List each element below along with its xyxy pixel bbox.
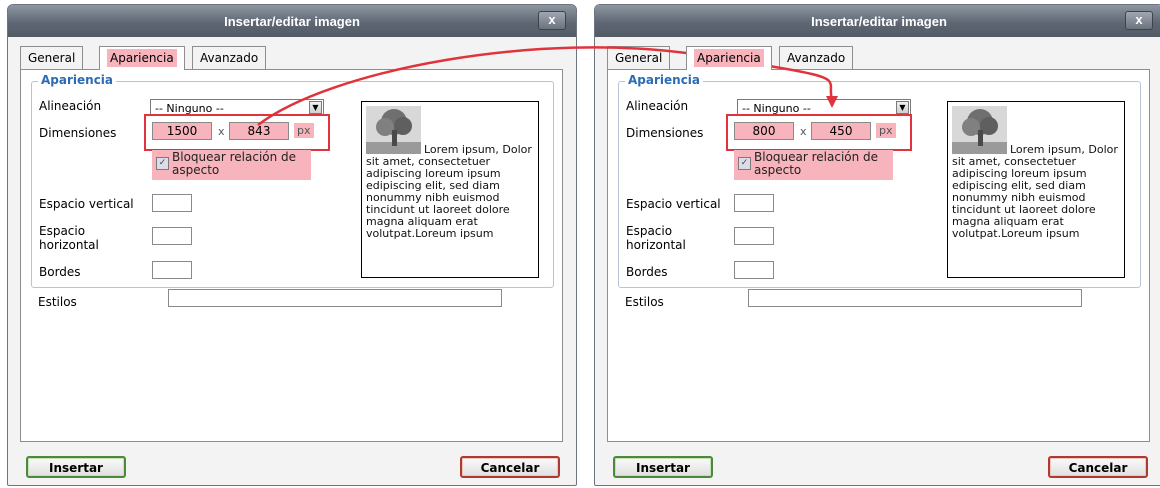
width-input[interactable]: 1500 xyxy=(152,122,212,140)
styles-input[interactable] xyxy=(748,289,1082,307)
times-sign: x xyxy=(218,125,225,138)
chevron-down-icon[interactable]: ▼ xyxy=(896,101,909,114)
borders-input[interactable] xyxy=(152,261,192,279)
styles-input[interactable] xyxy=(168,289,502,307)
tab-general[interactable]: General xyxy=(607,46,671,69)
lock-aspect-ratio[interactable]: ✓ Bloquear relación de aspecto xyxy=(152,150,311,180)
hspace-label: Espacio horizontal xyxy=(626,224,686,252)
lock-label-line1: Bloquear relación de xyxy=(754,150,879,164)
vspace-input[interactable] xyxy=(734,194,774,212)
styles-label: Estilos xyxy=(38,295,77,309)
unit-label: px xyxy=(294,123,314,138)
lock-label-line2: aspecto xyxy=(754,163,802,177)
image-dialog-after: Insertar/editar imagen x General Aparien… xyxy=(594,4,1160,486)
dialog-titlebar[interactable]: Insertar/editar imagen x xyxy=(595,5,1160,37)
image-preview: Lorem ipsum, Dolor sit amet, consectetue… xyxy=(361,101,539,278)
tab-apariencia[interactable]: Apariencia xyxy=(99,46,185,70)
lock-checkbox[interactable]: ✓ xyxy=(738,157,751,170)
alignment-label: Alineación xyxy=(626,99,689,113)
cancel-button[interactable]: Cancelar xyxy=(1048,456,1148,478)
preview-text: Dolor sit amet, consectetuer adipiscing … xyxy=(366,143,532,240)
dialog-titlebar[interactable]: Insertar/editar imagen x xyxy=(8,5,576,37)
close-button[interactable]: x xyxy=(1125,11,1153,30)
height-input[interactable]: 843 xyxy=(229,122,289,140)
tab-apariencia[interactable]: Apariencia xyxy=(686,46,772,70)
fieldset-legend: Apariencia xyxy=(38,73,117,87)
lock-label-line1: Bloquear relación de xyxy=(172,150,297,164)
times-sign: x xyxy=(800,125,807,138)
styles-label: Estilos xyxy=(625,295,664,309)
vspace-input[interactable] xyxy=(152,194,192,212)
preview-text: Dolor sit amet, consectetuer adipiscing … xyxy=(952,143,1118,240)
lock-aspect-ratio[interactable]: ✓ Bloquear relación de aspecto xyxy=(734,150,893,180)
dimensions-label: Dimensiones xyxy=(39,126,117,140)
height-input[interactable]: 450 xyxy=(811,122,871,140)
borders-label: Bordes xyxy=(626,265,668,279)
alignment-label: Alineación xyxy=(39,99,102,113)
hspace-label: Espacio horizontal xyxy=(39,224,99,252)
unit-label: px xyxy=(876,123,896,138)
insert-button[interactable]: Insertar xyxy=(26,456,126,478)
tab-panel: Apariencia Alineación -- Ninguno -- ▼ Di… xyxy=(20,69,563,442)
image-preview: Lorem ipsum, Dolor sit amet, consectetue… xyxy=(947,101,1125,278)
tab-avanzado[interactable]: Avanzado xyxy=(192,46,267,69)
vspace-label: Espacio vertical xyxy=(39,197,134,211)
lock-label-line2: aspecto xyxy=(172,163,220,177)
insert-button[interactable]: Insertar xyxy=(613,456,713,478)
vspace-label: Espacio vertical xyxy=(626,197,721,211)
appearance-fieldset: Apariencia Alineación -- Ninguno -- ▼ Di… xyxy=(618,73,1141,288)
tab-avanzado[interactable]: Avanzado xyxy=(779,46,854,69)
dimensions-label: Dimensiones xyxy=(626,126,704,140)
lock-checkbox[interactable]: ✓ xyxy=(156,157,169,170)
hspace-input[interactable] xyxy=(152,227,192,245)
image-dialog-before: Insertar/editar imagen x General Aparien… xyxy=(7,4,577,486)
dialog-title: Insertar/editar imagen xyxy=(224,13,360,29)
dialog-title: Insertar/editar imagen xyxy=(811,13,947,29)
width-input[interactable]: 800 xyxy=(734,122,794,140)
tab-panel: Apariencia Alineación -- Ninguno -- ▼ Di… xyxy=(607,69,1150,442)
cancel-button[interactable]: Cancelar xyxy=(460,456,560,478)
appearance-fieldset: Apariencia Alineación -- Ninguno -- ▼ Di… xyxy=(31,73,554,288)
chevron-down-icon[interactable]: ▼ xyxy=(309,101,322,114)
borders-input[interactable] xyxy=(734,261,774,279)
borders-label: Bordes xyxy=(39,265,81,279)
tab-general[interactable]: General xyxy=(20,46,84,69)
close-button[interactable]: x xyxy=(538,11,566,30)
hspace-input[interactable] xyxy=(734,227,774,245)
fieldset-legend: Apariencia xyxy=(625,73,704,87)
